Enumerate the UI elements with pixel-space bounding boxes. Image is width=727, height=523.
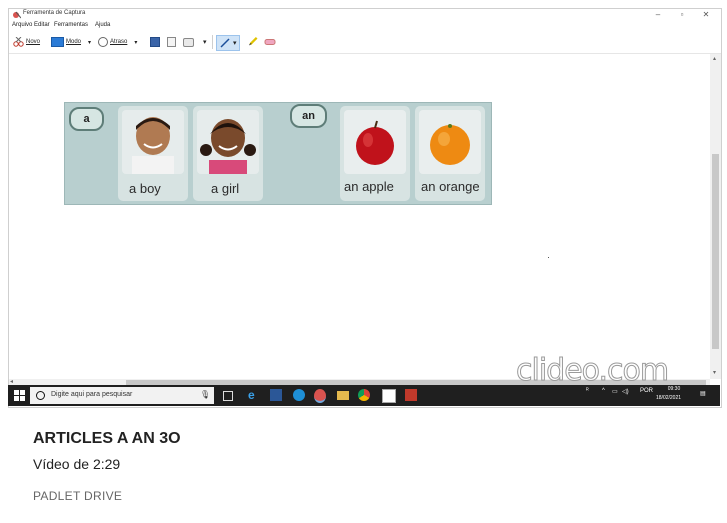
caption-an-apple: an apple	[344, 179, 394, 194]
mode-label: Modo	[66, 39, 82, 45]
photos-icon[interactable]	[382, 389, 396, 403]
new-label: Novo	[26, 39, 41, 45]
save-icon[interactable]	[150, 37, 160, 47]
chevron-up-icon[interactable]: ^	[602, 388, 605, 394]
scroll-up-arrow-icon[interactable]: ▴	[713, 55, 716, 62]
copy-icon[interactable]	[167, 37, 176, 47]
pen-button[interactable]: ▾	[216, 35, 240, 51]
caption-an-orange: an orange	[421, 179, 480, 194]
video-title[interactable]: ARTICLES A AN 3O	[33, 430, 181, 448]
snipping-tool-window: Ferramenta de Captura – ▫ ✕ Arquivo Edit…	[8, 8, 722, 408]
eraser-icon[interactable]	[264, 37, 276, 47]
toolbar: Novo Modo ▾ Atraso ▾ ▾ ▾	[9, 31, 721, 54]
scroll-left-arrow-icon[interactable]: ◂	[10, 378, 13, 385]
snipping-tool-icon	[13, 11, 21, 19]
video-duration: Vídeo de 2:29	[33, 456, 121, 472]
menu-bar: Arquivo Editar Ferramentas Ajuda	[9, 21, 721, 31]
taskbar-search-box[interactable]: Digite aqui para pesquisar 🎙	[30, 387, 214, 404]
vertical-scrollbar[interactable]: ▴ ▾	[710, 54, 721, 379]
search-placeholder: Digite aqui para pesquisar	[51, 391, 133, 398]
watermark: clideo.com	[515, 353, 669, 389]
powerpoint-icon[interactable]	[405, 389, 417, 401]
browser-icon[interactable]	[293, 389, 305, 401]
scroll-down-arrow-icon[interactable]: ▾	[713, 369, 716, 376]
battery-icon[interactable]: ▭	[612, 388, 618, 395]
boy-photo	[122, 110, 184, 174]
girl-photo	[197, 110, 259, 174]
window-title: Ferramenta de Captura	[23, 10, 86, 16]
microphone-icon[interactable]: 🎙	[200, 390, 210, 399]
toolbar-divider	[212, 35, 213, 49]
mode-icon	[51, 37, 64, 47]
clock-date[interactable]: 18/02/2021	[656, 395, 681, 401]
windows-start-icon[interactable]	[14, 390, 25, 401]
volume-icon[interactable]: ◁)	[622, 388, 629, 395]
scissors-icon	[13, 37, 24, 47]
task-view-icon[interactable]	[223, 391, 233, 401]
chevron-down-icon: ▾	[134, 39, 138, 46]
title-bar: Ferramenta de Captura – ▫ ✕	[9, 9, 721, 21]
apple-photo	[344, 110, 406, 174]
vertical-scroll-thumb[interactable]	[712, 154, 719, 349]
stray-dot	[548, 257, 549, 258]
delay-button[interactable]: Atraso ▾	[98, 37, 137, 47]
close-button[interactable]: ✕	[699, 9, 713, 21]
chevron-down-icon: ▾	[233, 40, 237, 47]
orange-photo	[419, 110, 481, 174]
send-icon[interactable]	[183, 37, 194, 47]
delay-label: Atraso	[110, 39, 128, 45]
menu-ferramentas[interactable]: Ferramentas	[54, 22, 88, 28]
file-explorer-icon[interactable]	[337, 391, 349, 400]
video-source: PADLET DRIVE	[33, 489, 123, 503]
menu-ajuda[interactable]: Ajuda	[95, 22, 110, 28]
cortana-icon	[36, 391, 45, 400]
word-icon[interactable]	[270, 389, 282, 401]
menu-editar[interactable]: Editar	[34, 22, 50, 28]
minimize-button[interactable]: –	[651, 9, 665, 21]
pill-a: a	[69, 107, 104, 131]
snipping-tool-taskbar-icon[interactable]	[314, 389, 326, 403]
send-chevron-icon[interactable]: ▾	[203, 37, 207, 47]
pill-an: an	[290, 104, 327, 128]
people-icon[interactable]: ᴿ	[586, 388, 589, 394]
articles-poster: a an a boy a girl an apple an orange	[64, 102, 492, 205]
menu-arquivo[interactable]: Arquivo	[12, 22, 32, 28]
caption-a-boy: a boy	[129, 181, 161, 196]
windows-taskbar: Digite aqui para pesquisar 🎙 e ᴿ ^ ▭ ◁) …	[8, 385, 720, 406]
clock-icon	[98, 37, 108, 47]
pen-icon	[220, 38, 230, 48]
highlighter-icon[interactable]	[248, 36, 259, 46]
mode-button[interactable]: Modo ▾	[51, 37, 91, 47]
maximize-button[interactable]: ▫	[675, 9, 689, 21]
capture-canvas: a an a boy a girl an apple an orange	[9, 54, 710, 379]
notifications-icon[interactable]: ▤	[700, 390, 706, 397]
caption-a-girl: a girl	[211, 181, 240, 196]
chrome-icon[interactable]	[358, 389, 370, 401]
language-indicator[interactable]: POR	[640, 388, 653, 394]
chevron-down-icon: ▾	[88, 39, 92, 46]
new-button[interactable]: Novo	[13, 37, 40, 47]
edge-icon[interactable]: e	[248, 389, 260, 401]
